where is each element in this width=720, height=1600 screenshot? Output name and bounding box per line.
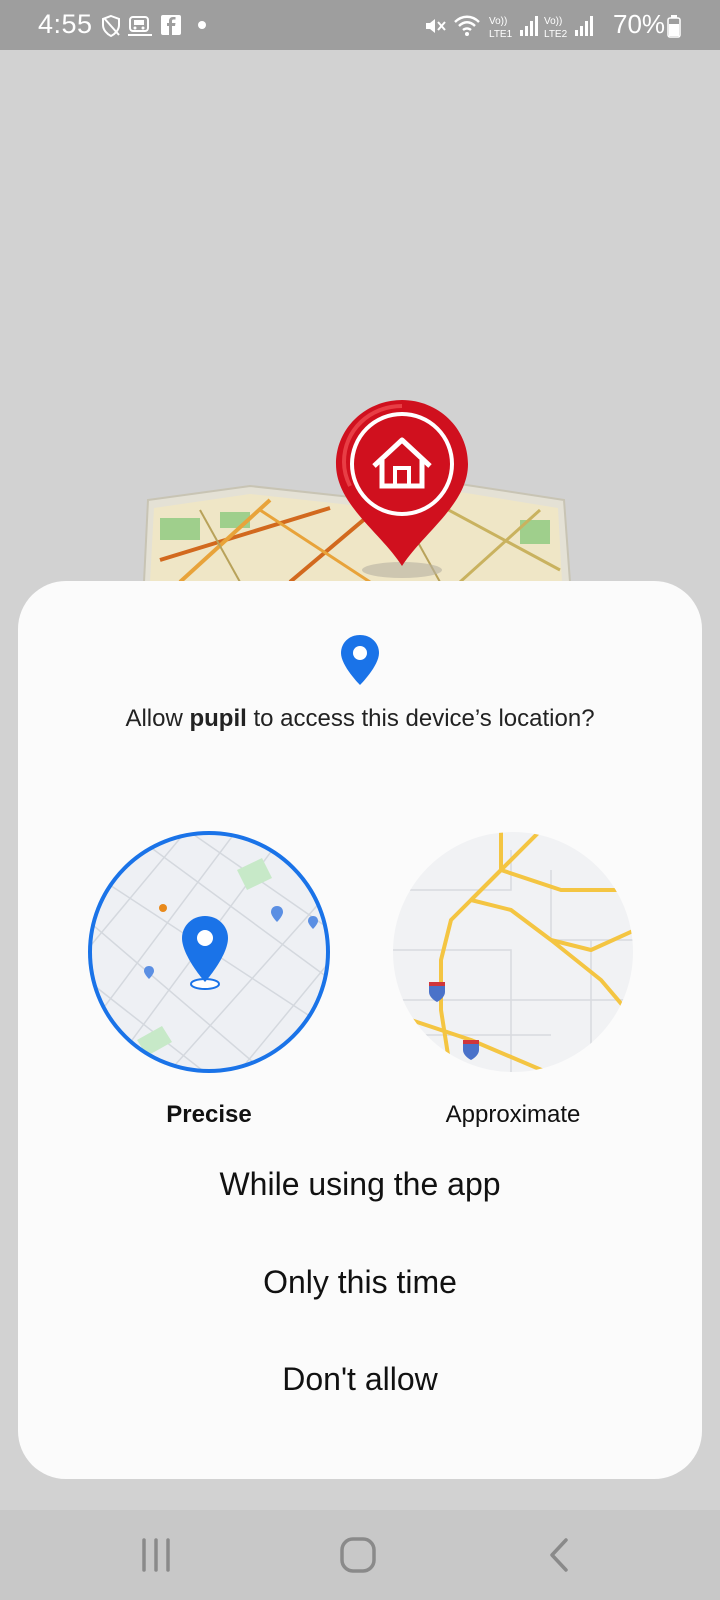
precise-option[interactable]: Precise <box>87 830 331 1129</box>
precise-map-icon <box>88 831 330 1073</box>
title-suffix: to access this device’s location? <box>246 705 595 732</box>
svg-text:Vo)): Vo)) <box>489 16 507 27</box>
permission-dialog: Allow pupil to access this device’s loca… <box>18 581 702 1479</box>
title-prefix: Allow <box>125 705 190 732</box>
status-bar: 4:55 Vo)) LTE1 Vo)) LTE2 70% <box>0 0 720 50</box>
svg-text:LTE2: LTE2 <box>544 29 568 40</box>
location-pin-icon <box>341 635 379 685</box>
dont-allow-button[interactable]: Don't allow <box>18 1349 702 1409</box>
app-name: pupil <box>189 705 247 732</box>
lte1-signal-icon: Vo)) LTE1 <box>489 16 538 40</box>
while-using-app-button[interactable]: While using the app <box>18 1154 702 1214</box>
facebook-icon <box>161 15 181 35</box>
precise-label: Precise <box>166 1101 252 1128</box>
dot-icon <box>198 21 206 29</box>
shield-icon <box>102 14 120 38</box>
battery-icon <box>667 15 681 38</box>
only-this-time-button[interactable]: Only this time <box>18 1252 702 1312</box>
lte2-signal-icon: Vo)) LTE2 <box>544 16 593 40</box>
svg-text:Vo)): Vo)) <box>544 16 562 27</box>
status-time: 4:55 <box>38 9 93 39</box>
dialog-title: Allow pupil to access this device’s loca… <box>18 705 702 733</box>
approximate-label: Approximate <box>445 1101 581 1128</box>
mute-icon <box>426 19 446 33</box>
train-icon <box>128 16 152 36</box>
navigation-bar <box>0 1510 720 1600</box>
approximate-option[interactable]: Approximate <box>391 830 635 1129</box>
battery-percent: 70% <box>613 9 666 39</box>
map-illustration <box>142 400 572 582</box>
back-icon[interactable] <box>530 1530 590 1580</box>
recents-icon[interactable] <box>126 1530 186 1580</box>
wifi-icon <box>454 15 480 36</box>
home-icon[interactable] <box>328 1530 388 1580</box>
approximate-map-icon <box>393 832 633 1072</box>
svg-text:LTE1: LTE1 <box>489 29 513 40</box>
